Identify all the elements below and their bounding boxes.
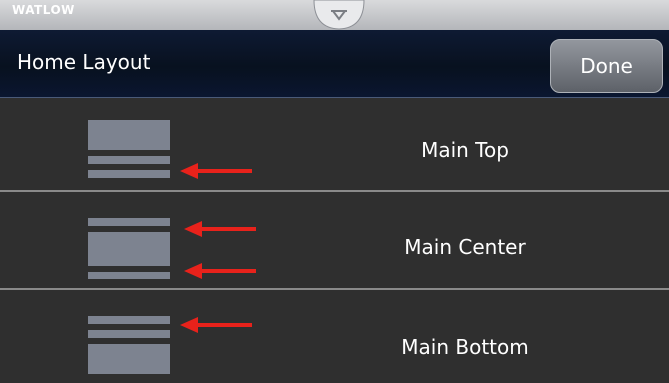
layout-option-main-bottom[interactable]: Main Bottom [0,290,669,383]
pull-down-tab-icon[interactable] [312,0,366,30]
red-arrow-icon [184,221,256,237]
red-arrow-icon [184,263,256,279]
header-bar: Home Layout Done [0,30,669,98]
row-label-main-bottom: Main Bottom [401,335,529,359]
top-status-bar: WATLOW [0,0,669,30]
red-arrow-icon [180,163,252,179]
layout-option-main-center[interactable]: Main Center [0,192,669,288]
layout-top-icon [88,120,174,182]
row-label-main-center: Main Center [404,235,526,259]
layout-center-icon [88,218,174,280]
brand-logo: WATLOW [12,3,75,17]
done-button[interactable]: Done [550,39,663,93]
row-label-main-top: Main Top [421,138,509,162]
layout-option-main-top[interactable]: Main Top [0,98,669,190]
red-arrow-icon [180,317,252,333]
page-title: Home Layout [17,50,151,74]
layout-bottom-icon [88,316,174,378]
